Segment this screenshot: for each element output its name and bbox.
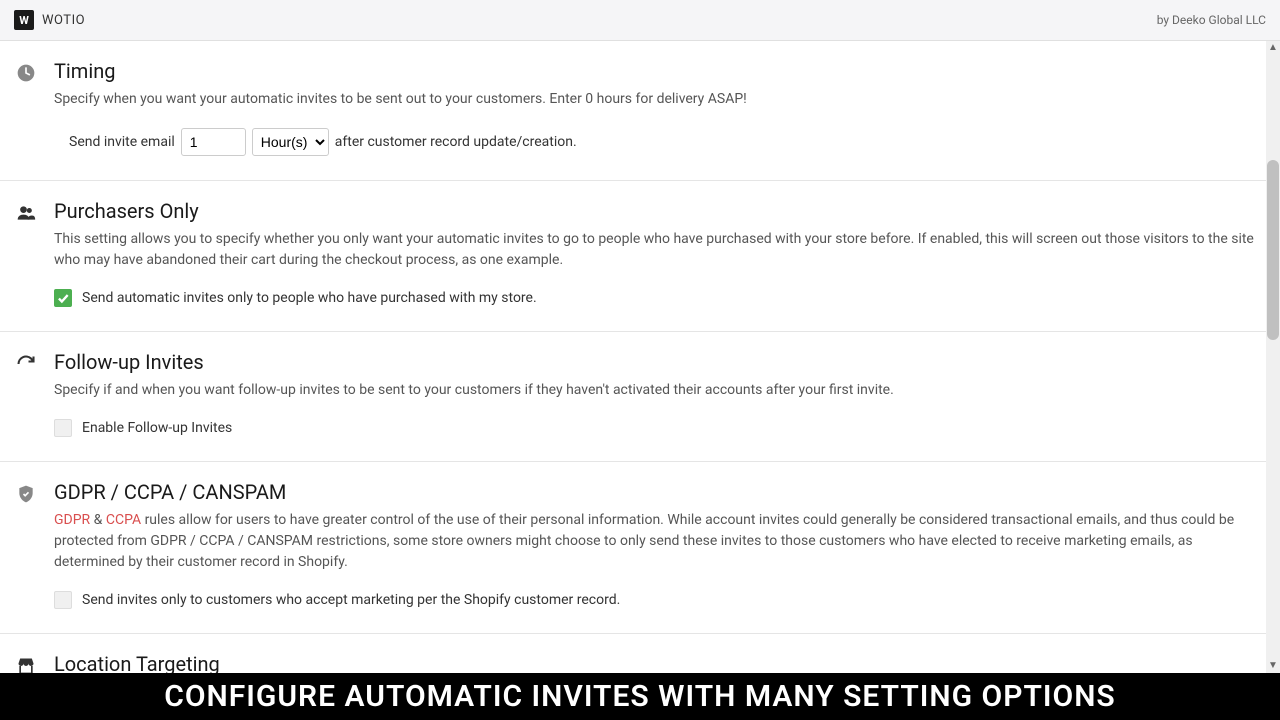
timing-controls: Send invite email Hour(s) after customer… [54, 128, 1264, 156]
checkbox-label: Enable Follow-up Invites [82, 420, 232, 436]
scroll-up-arrow[interactable]: ▲ [1266, 41, 1280, 55]
timing-suffix: after customer record update/creation. [335, 134, 577, 150]
section-location: Location Targeting [0, 634, 1280, 673]
content-area: Timing Specify when you want your automa… [0, 41, 1280, 673]
timing-prefix: Send invite email [69, 134, 175, 150]
gdpr-checkbox-row: Send invites only to customers who accep… [54, 591, 1264, 609]
caption-banner: CONFIGURE AUTOMATIC INVITES WITH MANY SE… [0, 673, 1280, 720]
section-title: Purchasers Only [54, 199, 1264, 223]
section-gdpr: GDPR / CCPA / CANSPAM GDPR & CCPA rules … [0, 462, 1280, 634]
purchasers-checkbox[interactable] [54, 289, 72, 307]
checkbox-label: Send invites only to customers who accep… [82, 592, 620, 608]
refresh-icon [16, 350, 54, 437]
timing-unit-select[interactable]: Hour(s) [252, 128, 329, 156]
gdpr-checkbox[interactable] [54, 591, 72, 609]
app-name: WOTIO [42, 13, 85, 28]
section-desc: This setting allows you to specify wheth… [54, 229, 1264, 271]
section-title: Location Targeting [54, 652, 1264, 673]
followup-checkbox-row: Enable Follow-up Invites [54, 419, 1264, 437]
shield-icon [16, 480, 54, 609]
timing-value-input[interactable] [181, 128, 246, 156]
purchasers-checkbox-row: Send automatic invites only to people wh… [54, 289, 1264, 307]
section-body: Timing Specify when you want your automa… [54, 59, 1264, 156]
store-icon [16, 652, 54, 673]
section-body: Location Targeting [54, 652, 1264, 673]
section-body: Purchasers Only This setting allows you … [54, 199, 1264, 307]
section-body: GDPR / CCPA / CANSPAM GDPR & CCPA rules … [54, 480, 1264, 609]
users-icon [16, 199, 54, 307]
section-followup: Follow-up Invites Specify if and when yo… [0, 332, 1280, 462]
header-byline: by Deeko Global LLC [1157, 13, 1266, 27]
section-desc: Specify if and when you want follow-up i… [54, 380, 1264, 401]
section-desc: GDPR & CCPA rules allow for users to hav… [54, 510, 1264, 573]
clock-icon [16, 59, 54, 156]
checkbox-label: Send automatic invites only to people wh… [82, 290, 537, 306]
section-body: Follow-up Invites Specify if and when yo… [54, 350, 1264, 437]
header-left: W WOTIO [14, 10, 85, 30]
gdpr-link[interactable]: GDPR [54, 512, 90, 528]
ccpa-link[interactable]: CCPA [106, 512, 141, 528]
app-logo: W [14, 10, 34, 30]
section-timing: Timing Specify when you want your automa… [0, 41, 1280, 181]
section-purchasers: Purchasers Only This setting allows you … [0, 181, 1280, 332]
section-title: Timing [54, 59, 1264, 83]
amp: & [90, 512, 106, 528]
followup-checkbox[interactable] [54, 419, 72, 437]
scrollbar-track[interactable] [1266, 41, 1280, 673]
section-title: Follow-up Invites [54, 350, 1264, 374]
scroll-down-arrow[interactable]: ▼ [1266, 659, 1280, 673]
app-header: W WOTIO by Deeko Global LLC [0, 0, 1280, 41]
section-desc: Specify when you want your automatic inv… [54, 89, 1264, 110]
section-title: GDPR / CCPA / CANSPAM [54, 480, 1264, 504]
scrollbar-thumb[interactable] [1267, 160, 1279, 340]
desc-rest: rules allow for users to have greater co… [54, 512, 1234, 570]
